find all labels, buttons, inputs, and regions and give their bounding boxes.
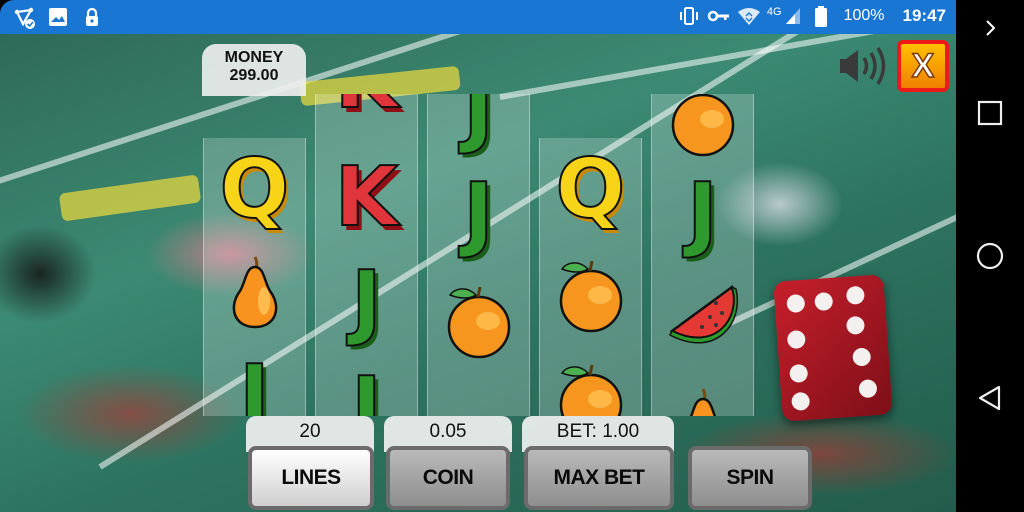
letter-k-symbol: K — [334, 94, 400, 122]
image-icon — [48, 7, 68, 27]
expand-icon — [986, 20, 996, 36]
recents-icon — [977, 100, 1003, 126]
reel-symbol: K — [316, 94, 417, 132]
expand-button[interactable] — [956, 8, 1024, 48]
felt-marking — [58, 174, 202, 222]
orange-icon — [447, 286, 510, 359]
wifi-icon — [737, 6, 760, 26]
max-bet-button[interactable]: MAX BET — [524, 446, 674, 510]
clock: 19:47 — [902, 6, 946, 25]
letter-q-symbol: Q — [555, 142, 627, 237]
orange-icon — [559, 260, 622, 333]
money-label: MONEY — [224, 49, 284, 66]
vpn-key-icon — [707, 6, 729, 26]
orange-icon — [559, 364, 622, 416]
slot-game-area: MONEY 299.00 Q J K K J J J J Q — [0, 34, 956, 512]
battery-icon — [814, 6, 834, 27]
reel-symbol — [652, 264, 753, 368]
money-display: MONEY 299.00 — [202, 44, 306, 96]
reel-symbol — [652, 370, 753, 416]
letter-k-symbol: K — [334, 150, 400, 245]
money-value: 299.00 — [229, 67, 279, 84]
back-icon — [978, 385, 1001, 411]
reel-symbol — [652, 94, 753, 170]
letter-j-symbol: J — [462, 166, 494, 261]
sound-toggle[interactable] — [838, 44, 888, 88]
back-button[interactable] — [956, 378, 1024, 418]
reel-3: J J — [427, 94, 530, 416]
navigation-bar — [956, 0, 1024, 512]
vibrate-icon — [677, 6, 698, 26]
lock-icon — [82, 7, 102, 27]
dice-decoration — [773, 274, 893, 422]
reel-1: Q J — [203, 138, 306, 416]
reel-symbol: J — [652, 162, 753, 266]
orange-icon — [671, 94, 734, 157]
signal-icon — [784, 6, 804, 26]
letter-j-symbol: J — [350, 360, 382, 417]
recents-button[interactable] — [956, 93, 1024, 133]
home-button[interactable] — [956, 236, 1024, 276]
reel-symbol: J — [316, 250, 417, 354]
pear-icon — [689, 388, 716, 416]
letter-j-symbol: J — [462, 94, 494, 157]
reel-4: Q — [539, 138, 642, 416]
home-icon — [976, 242, 1004, 270]
coin-button[interactable]: COIN — [386, 446, 510, 510]
reel-symbol: K — [316, 146, 417, 250]
reel-symbol — [540, 346, 641, 416]
reel-symbol: J — [316, 356, 417, 417]
reel-symbol: Q — [204, 138, 305, 242]
reel-5: J — [651, 94, 754, 416]
lines-button[interactable]: LINES — [248, 446, 374, 510]
close-button[interactable]: X — [897, 40, 949, 92]
battery-percent: 100% — [843, 7, 885, 24]
speaker-sound-on-icon — [840, 47, 886, 85]
reel-2: K K J J — [315, 94, 418, 416]
reel-symbol: Q — [540, 138, 641, 242]
network-check-icon — [14, 7, 35, 29]
spin-button[interactable]: SPIN — [688, 446, 812, 510]
reel-symbol — [428, 268, 529, 372]
network-type: 4G — [766, 6, 782, 18]
status-bar: 4G 100% 19:47 — [0, 0, 956, 34]
letter-j-symbol: J — [238, 348, 270, 417]
reel-symbol — [204, 238, 305, 342]
letter-j-symbol: J — [686, 166, 718, 261]
reel-symbol: J — [428, 162, 529, 266]
letter-j-symbol: J — [350, 254, 382, 349]
reel-symbol: J — [428, 94, 529, 162]
pear-icon — [232, 256, 277, 329]
watermelon-icon — [668, 284, 738, 344]
letter-q-symbol: Q — [219, 142, 291, 237]
reel-symbol: J — [204, 344, 305, 417]
reel-symbol — [540, 242, 641, 346]
